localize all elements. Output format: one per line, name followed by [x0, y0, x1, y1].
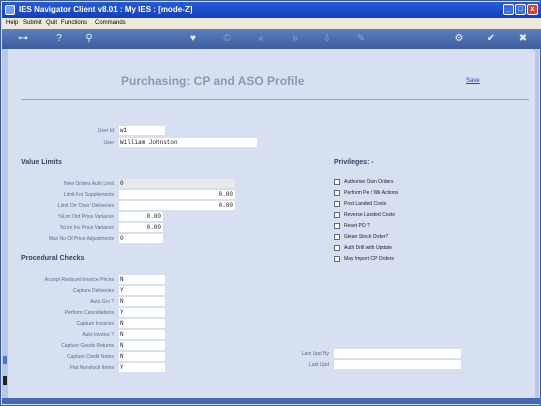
- user-id-label: User Id: [97, 128, 114, 134]
- capture-credit-notes-field[interactable]: N: [119, 352, 165, 361]
- new-icon[interactable]: ✎: [354, 32, 368, 45]
- perform-pe-wk-actions-label: Perform Pe / Wk Actions: [344, 190, 399, 196]
- authorise-own-orders-label: Authorise Own Orders: [344, 179, 394, 185]
- auto-grv-label: Auto Grv ?: [90, 299, 114, 305]
- search-icon[interactable]: ⚲: [82, 32, 96, 45]
- auto-invoice-field[interactable]: N: [119, 330, 165, 339]
- auto-invoice-label: Auto Invoice ?: [82, 332, 114, 338]
- download-icon[interactable]: ⇩: [320, 32, 334, 45]
- reset-po-checkbox[interactable]: [334, 223, 340, 229]
- auth-drill-update-label: Auth Drill with Update: [344, 245, 393, 251]
- copyright-icon[interactable]: ©: [220, 32, 234, 45]
- menu-commands[interactable]: Commands: [95, 20, 126, 26]
- authorise-own-orders-checkbox[interactable]: [334, 179, 340, 185]
- maximize-button[interactable]: □: [515, 4, 526, 15]
- post-landed-costs-label: Post Landed Costs: [344, 201, 387, 207]
- ord-price-variance-label: %Lim Ord Price Variance: [58, 214, 114, 220]
- flat-nonstock-items-label: Flat Nonstock Items: [69, 365, 114, 371]
- capture-goods-returns-field[interactable]: N: [119, 341, 165, 350]
- capture-invoices-field[interactable]: N: [119, 319, 165, 328]
- user-field[interactable]: William Johnston: [119, 138, 257, 147]
- max-price-adjustments-label: Max No Of Price Adjustments: [48, 236, 114, 242]
- user-id-field[interactable]: w1: [119, 126, 165, 135]
- glean-stock-order-label: Glean Stock Order?: [344, 234, 389, 240]
- menu-quit[interactable]: Quit: [46, 20, 57, 26]
- user-label: User: [103, 140, 114, 146]
- limit-over-deliveries-label: Limit On 'Over' Deliveries: [57, 203, 114, 209]
- title-bar: IES Navigator Client v8.01 : My IES : [m…: [2, 2, 541, 18]
- cancel-icon[interactable]: ✖: [516, 32, 530, 45]
- accept-reduced-prices-label: Accept Reduced Invoice Prices: [44, 277, 114, 283]
- limit-supplements-label: Limit For Supplements: [63, 192, 114, 198]
- save-link[interactable]: Save: [466, 78, 480, 84]
- value-limits-heading: Value Limits: [21, 159, 62, 166]
- window-title: IES Navigator Client v8.01 : My IES : [m…: [19, 5, 193, 14]
- heart-icon[interactable]: ♥: [186, 32, 200, 45]
- auth-drill-update-checkbox[interactable]: [334, 245, 340, 251]
- app-logo-icon: [5, 5, 15, 15]
- last-upd-label: Last Upd: [308, 362, 329, 368]
- accept-icon[interactable]: ✔: [484, 32, 498, 45]
- perform-cancellations-field[interactable]: Y: [119, 308, 165, 317]
- side-gadget-bottom-icon[interactable]: [3, 376, 7, 385]
- menu-bar: Help Submit Quit Functions Commands: [2, 18, 541, 29]
- menu-help[interactable]: Help: [6, 20, 18, 26]
- inv-price-variance-label: %Lim Inv Price Variance: [59, 225, 114, 231]
- last-upd-by-label: Last Upd By: [301, 351, 329, 357]
- new-orders-auth-limit-field[interactable]: 0: [119, 179, 235, 188]
- glean-stock-order-checkbox[interactable]: [334, 234, 340, 240]
- close-button[interactable]: x: [527, 4, 538, 15]
- limit-over-deliveries-field[interactable]: 0.00: [119, 201, 235, 210]
- page-title: Purchasing: CP and ASO Profile: [121, 74, 305, 88]
- may-import-cp-orders-checkbox[interactable]: [334, 256, 340, 262]
- procedural-checks-heading: Procedural Checks: [21, 255, 85, 262]
- left-panel-strip: [2, 49, 8, 400]
- max-price-adjustments-field[interactable]: 0: [119, 234, 163, 243]
- capture-credit-notes-label: Capture Credit Notes: [67, 354, 114, 360]
- menu-functions[interactable]: Functions: [61, 20, 87, 26]
- post-landed-costs-checkbox[interactable]: [334, 201, 340, 207]
- perform-pe-wk-actions-checkbox[interactable]: [334, 190, 340, 196]
- last-upd-field: [334, 360, 461, 369]
- reverse-landed-costs-checkbox[interactable]: [334, 212, 340, 218]
- side-gadget: [3, 356, 7, 386]
- flat-nonstock-items-field[interactable]: Y: [119, 363, 165, 372]
- perform-cancellations-label: Perform Cancellations: [64, 310, 114, 316]
- reverse-landed-costs-label: Reverse Landed Costs: [344, 212, 395, 218]
- minimize-button[interactable]: _: [503, 4, 514, 15]
- capture-invoices-label: Capture Invoices: [76, 321, 114, 327]
- capture-goods-returns-label: Capture Goods Returns: [61, 343, 114, 349]
- side-gadget-top-icon[interactable]: [3, 356, 7, 364]
- menu-submit[interactable]: Submit: [23, 20, 42, 26]
- reset-po-label: Reset PO ?: [344, 223, 370, 229]
- header-divider: [21, 99, 529, 100]
- privileges-heading: Privileges: -: [334, 159, 374, 166]
- help-icon[interactable]: ?: [52, 32, 66, 45]
- limit-supplements-field[interactable]: 0.00: [119, 190, 235, 199]
- capture-deliveries-field[interactable]: Y: [119, 286, 165, 295]
- key-icon[interactable]: ⊶: [16, 32, 30, 45]
- settings-icon[interactable]: ⚙: [452, 32, 466, 45]
- new-orders-auth-limit-label: New Orders Auth Limit: [63, 181, 114, 187]
- ord-price-variance-field[interactable]: 0.00: [119, 212, 163, 221]
- status-bar: [2, 398, 541, 404]
- may-import-cp-orders-label: May Import CP Orders: [344, 256, 394, 262]
- rewind-icon[interactable]: «: [254, 32, 268, 45]
- last-upd-by-field: [334, 349, 461, 358]
- app-window: IES Navigator Client v8.01 : My IES : [m…: [0, 0, 541, 406]
- toolbar: ⊶ ? ⚲ ♥ © « » ⇩ ✎ ⚙ ✔ ✖: [2, 29, 541, 49]
- accept-reduced-prices-field[interactable]: N: [119, 275, 165, 284]
- inv-price-variance-field[interactable]: 0.00: [119, 223, 163, 232]
- capture-deliveries-label: Capture Deliveries: [72, 288, 114, 294]
- fast-forward-icon[interactable]: »: [288, 32, 302, 45]
- auto-grv-field[interactable]: N: [119, 297, 165, 306]
